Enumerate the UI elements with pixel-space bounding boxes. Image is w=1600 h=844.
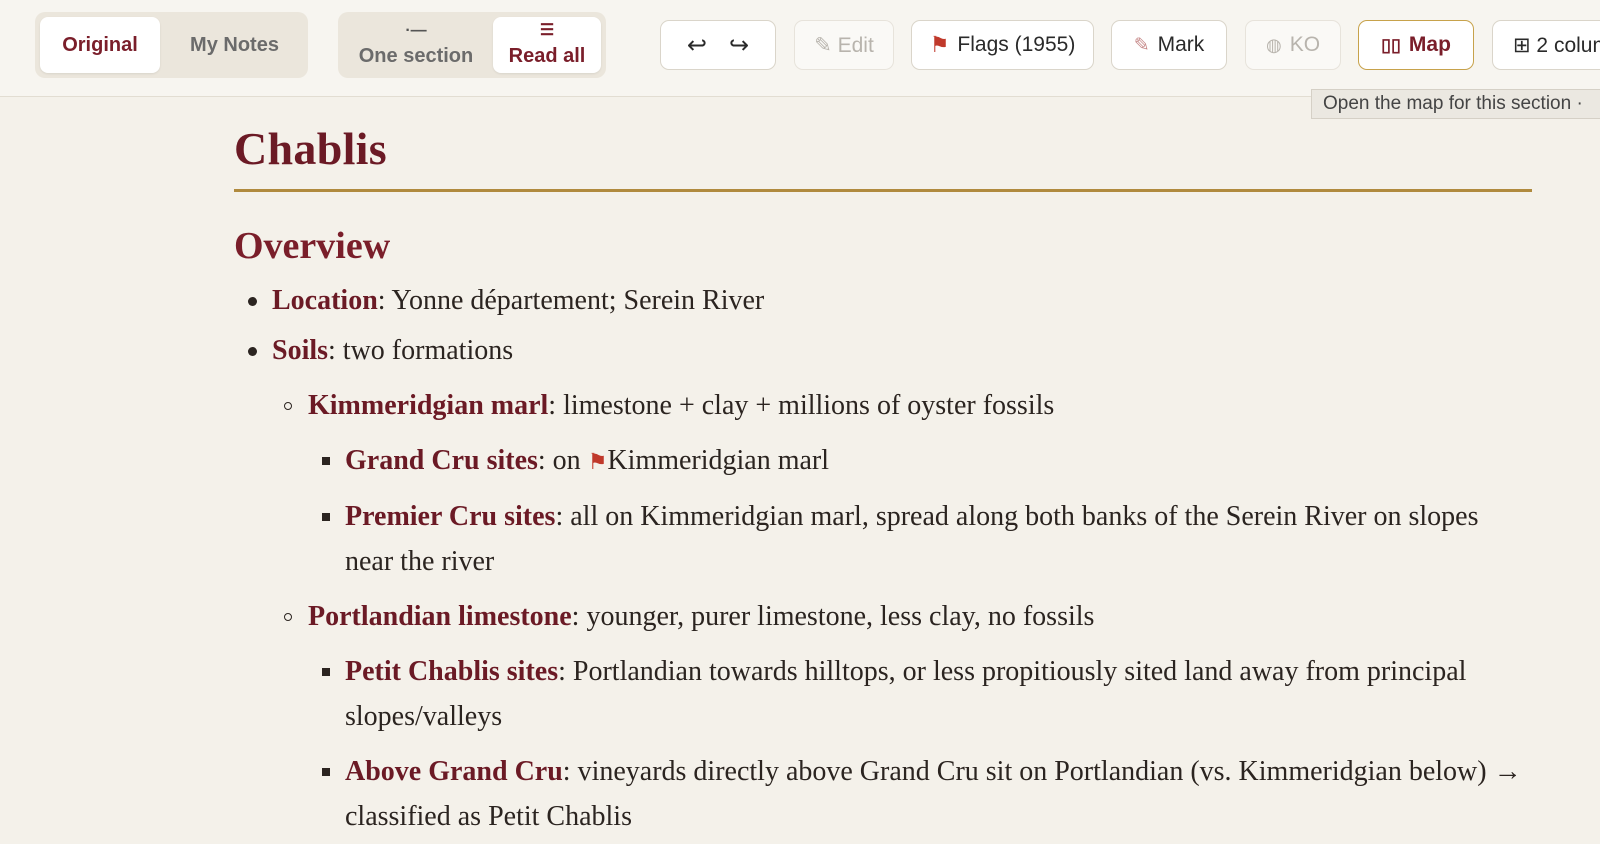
bullet-icon — [284, 613, 292, 621]
one-section-label: One section — [358, 44, 474, 67]
term: Petit Chablis sites — [345, 656, 559, 687]
list-item: Grand Cru sites: on ⚑Kimmeridgian marl — [234, 438, 1532, 484]
tab-my-notes[interactable]: My Notes — [166, 17, 303, 73]
list-item: Above Grand Cru: vineyards directly abov… — [234, 749, 1532, 839]
description: : on — [537, 445, 588, 476]
list-item: Kimmeridgian marl: limestone + clay + mi… — [234, 383, 1532, 428]
one-section-button[interactable]: ·— One section — [343, 17, 489, 73]
bullet-icon — [322, 457, 330, 465]
term: Kimmeridgian marl — [308, 390, 549, 421]
undo-redo-group: ↩ ↪ — [660, 20, 776, 70]
description: : younger, purer limestone, less clay, n… — [571, 601, 1095, 632]
term: Premier Cru sites — [345, 501, 556, 532]
section-icon: ·— — [405, 21, 427, 39]
bullet-icon — [322, 768, 330, 776]
read-all-button[interactable]: ☰ Read all — [493, 17, 601, 73]
description: : Yonne département; Serein River — [377, 285, 765, 316]
undo-icon[interactable]: ↩ — [687, 31, 707, 60]
list-item: Location: Yonne département; Serein Rive… — [234, 278, 1532, 323]
list-item: Soils: two formations — [234, 328, 1532, 373]
term: Grand Cru sites — [345, 445, 538, 476]
mark-button[interactable]: ✎ Mark — [1111, 20, 1227, 70]
highlighter-icon: ✎ — [1133, 34, 1150, 56]
term: Portlandian limestone — [308, 601, 572, 632]
bullet-icon — [248, 297, 257, 306]
description: Kimmeridgian marl — [607, 445, 830, 476]
term: Location — [272, 285, 378, 316]
list-item: Petit Chablis sites: Portlandian towards… — [234, 649, 1532, 739]
tab-original[interactable]: Original — [40, 17, 160, 73]
redo-icon[interactable]: ↪ — [729, 31, 749, 60]
term: Above Grand Cru — [345, 756, 563, 787]
flags-label: Flags (1955) — [957, 33, 1076, 56]
page-title: Chablis — [234, 122, 1532, 192]
flag-icon: ⚑ — [929, 32, 950, 57]
list-item: Portlandian limestone: younger, purer li… — [234, 594, 1532, 639]
section-heading: Overview — [234, 225, 391, 267]
ko-label: KO — [1289, 33, 1321, 56]
map-icon: ▯▯ — [1381, 34, 1401, 55]
map-label: Map — [1408, 33, 1451, 56]
bullet-icon — [322, 513, 330, 521]
toolbar: Original My Notes ·— One section ☰ Read … — [0, 0, 1600, 97]
flag-icon[interactable]: ⚑ — [588, 449, 608, 474]
term: Soils — [272, 335, 329, 366]
map-button[interactable]: ▯▯ Map — [1358, 20, 1474, 70]
ko-button[interactable]: ◍ KO — [1245, 20, 1341, 70]
edit-button[interactable]: ✎ Edit — [794, 20, 894, 70]
bullet-icon — [284, 402, 292, 410]
description: : two formations — [328, 335, 514, 366]
mode-toggle: ·— One section ☰ Read all — [338, 12, 606, 78]
document-content: Chablis Overview Location: Yonne départe… — [234, 96, 1532, 844]
bullet-icon — [322, 668, 330, 676]
description: : limestone + clay + millions of oyster … — [548, 390, 1055, 421]
columns-button[interactable]: ⊞ 2 colum — [1492, 20, 1600, 70]
mark-label: Mark — [1157, 33, 1205, 56]
flags-button[interactable]: ⚑ Flags (1955) — [911, 20, 1094, 70]
globe-icon: ◍ — [1265, 34, 1282, 55]
list-icon: ☰ — [539, 21, 555, 39]
view-toggle: Original My Notes — [35, 12, 308, 78]
bullet-icon — [248, 347, 257, 356]
overview-list: Location: Yonne département; Serein Rive… — [234, 278, 1532, 839]
read-all-label: Read all — [508, 44, 586, 67]
list-item: Premier Cru sites: all on Kimmeridgian m… — [234, 494, 1532, 584]
